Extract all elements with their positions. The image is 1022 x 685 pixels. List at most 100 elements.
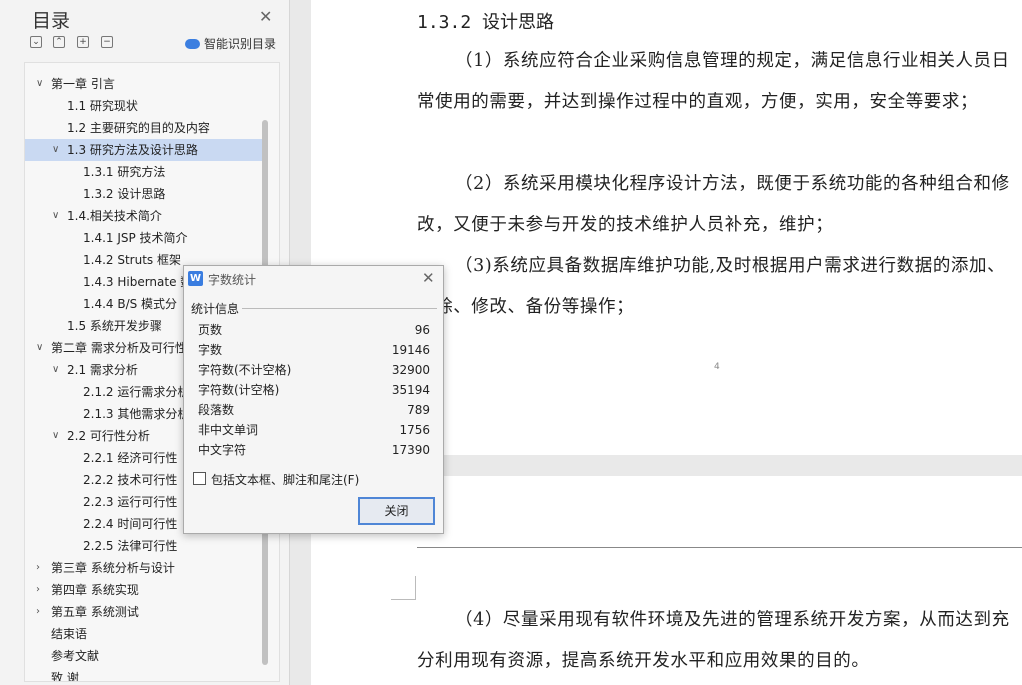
stat-row: 页数 96 [198,320,430,340]
toc-item[interactable]: ∨ 1.3 研究方法及设计思路 [25,139,262,161]
stat-value: 96 [414,323,430,337]
page-number: 4 [714,362,720,372]
smart-toc-label: 智能识别目录 [204,37,277,51]
collapse-all-icon[interactable]: ⌄ [30,36,42,48]
toc-item[interactable]: 结束语 [25,623,262,645]
stat-value: 1756 [399,423,430,437]
chevron-down-icon[interactable]: ∨ [36,337,43,359]
toc-item-label: 2.2.5 法律可行性 [83,539,178,553]
toc-item[interactable]: 参考文献 [25,645,262,667]
toc-item-label: 1.4.2 Struts 框架 [83,253,181,267]
word-count-dialog: W 字数统计 ✕ 统计信息 页数 96 字数 19146 字符数(不计空格) 32900 字… [183,265,444,534]
toc-item-label: 2.1 需求分析 [67,363,138,377]
toc-item-label: 第二章 需求分析及可行性 [51,341,187,355]
toc-item[interactable]: 1.3.2 设计思路 [25,183,262,205]
toc-item-label: 2.2.1 经济可行性 [83,451,178,465]
expand-up-icon[interactable]: ⌃ [53,36,65,48]
toc-item-label: 2.2.2 技术可行性 [83,473,178,487]
toc-item-label: 2.2.3 运行可行性 [83,495,178,509]
toc-item[interactable]: 1.1 研究现状 [25,95,262,117]
toc-item-label: 结束语 [51,627,88,641]
stat-row: 字符数(不计空格) 32900 [198,360,430,380]
margin-corner-mark [391,599,415,600]
cloud-icon [185,38,200,49]
stats-section-label: 统计信息 [191,302,240,316]
paragraph-4[interactable]: （4）尽量采用现有软件环境及先进的管理系统开发方案，从而达到充分利用现有资源，提… [417,600,1022,682]
toc-item-label: 第三章 系统分析与设计 [51,561,175,575]
chevron-down-icon[interactable]: ∨ [52,205,59,227]
toc-item[interactable]: 1.3.1 研究方法 [25,161,262,183]
toc-item-label: 1.4.1 JSP 技术简介 [83,231,188,245]
chevron-right-icon[interactable]: › [36,579,40,601]
chevron-right-icon[interactable]: › [36,557,40,579]
toc-item-label: 2.1.2 运行需求分析 [83,385,190,399]
toc-item-label: 2.1.3 其他需求分析 [83,407,190,421]
toc-item[interactable]: 1.4.1 JSP 技术简介 [25,227,262,249]
close-button[interactable]: 关闭 [358,497,435,525]
section-divider [242,308,437,309]
toc-item-label: 致 谢 [51,671,79,682]
chevron-down-icon[interactable]: ∨ [52,425,59,447]
stat-label: 页数 [198,323,223,337]
remove-heading-icon[interactable]: − [101,36,113,48]
stat-label: 字数 [198,343,223,357]
stat-row: 字数 19146 [198,340,430,360]
toc-item-label: 1.5 系统开发步骤 [67,319,162,333]
toc-item-label: 1.4.3 Hibernate 数 [83,275,193,289]
chevron-down-icon[interactable]: ∨ [52,359,59,381]
toc-item-label: 第一章 引言 [51,77,115,91]
toc-item-label: 1.4.相关技术简介 [67,209,162,223]
smart-toc-button[interactable]: 智能识别目录 [185,35,276,52]
stat-value: 35194 [391,383,430,397]
toc-item[interactable]: › 第五章 系统测试 [25,601,262,623]
toc-item-label: 第五章 系统测试 [51,605,139,619]
stat-value: 19146 [391,343,430,357]
toc-item-label: 参考文献 [51,649,100,663]
toc-item-label: 2.2.4 时间可行性 [83,517,178,531]
wps-writer-icon: W [188,271,203,286]
chevron-right-icon[interactable]: › [36,601,40,623]
toc-item-label: 1.3 研究方法及设计思路 [67,143,198,157]
margin-corner-mark [415,576,416,600]
stat-value: 789 [407,403,430,417]
toc-item-label: 1.1 研究现状 [67,99,138,113]
toc-item-label: 2.2 可行性分析 [67,429,150,443]
stat-label: 中文字符 [198,443,247,457]
include-textbox-footnotes-label[interactable]: 包括文本框、脚注和尾注(F) [211,471,359,488]
toc-item[interactable]: ∨ 1.4.相关技术简介 [25,205,262,227]
toc-item-label: 1.3.1 研究方法 [83,165,166,179]
stat-row: 中文字符 17390 [198,440,430,460]
stat-value: 17390 [391,443,430,457]
include-textbox-footnotes-checkbox[interactable] [193,472,206,485]
dialog-close-icon[interactable]: ✕ [422,269,435,287]
paragraph-3[interactable]: （3)系统应具备数据库维护功能,及时根据用户需求进行数据的添加、删除、修改、备份… [417,246,1022,328]
toc-item[interactable]: 1.2 主要研究的目的及内容 [25,117,262,139]
dialog-title: 字数统计 [208,273,257,287]
toc-item-label: 1.3.2 设计思路 [83,187,166,201]
toc-item[interactable]: ∨ 第一章 引言 [25,73,262,95]
add-heading-icon[interactable]: + [77,36,89,48]
toc-item[interactable]: › 第三章 系统分析与设计 [25,557,262,579]
toc-item[interactable]: 致 谢 [25,667,262,682]
toc-close-icon[interactable]: ✕ [259,7,272,26]
toc-item[interactable]: › 第四章 系统实现 [25,579,262,601]
stat-label: 字符数(计空格) [198,383,280,397]
stat-row: 非中文单词 1756 [198,420,430,440]
stat-value: 32900 [391,363,430,377]
stat-label: 非中文单词 [198,423,259,437]
toc-item-label: 1.4.4 B/S 模式分 [83,297,178,311]
page-header-line [417,547,1022,548]
toc-title: 目录 [32,10,71,32]
paragraph-2[interactable]: （2）系统采用模块化程序设计方法，既便于系统功能的各种组合和修改，又便于未参与开… [417,164,1022,246]
chevron-down-icon[interactable]: ∨ [36,73,43,95]
stat-row: 字符数(计空格) 35194 [198,380,430,400]
section-heading: 1.3.2 设计思路 [417,12,555,33]
paragraph-1[interactable]: （1）系统应符合企业采购信息管理的规定，满足信息行业相关人员日常使用的需要，并达… [417,41,1022,123]
toc-item-label: 第四章 系统实现 [51,583,139,597]
toc-item-label: 1.2 主要研究的目的及内容 [67,121,210,135]
stat-label: 字符数(不计空格) [198,363,292,377]
toc-item[interactable]: 2.2.5 法律可行性 [25,535,262,557]
stat-label: 段落数 [198,403,235,417]
stat-row: 段落数 789 [198,400,430,420]
chevron-down-icon[interactable]: ∨ [52,139,59,161]
